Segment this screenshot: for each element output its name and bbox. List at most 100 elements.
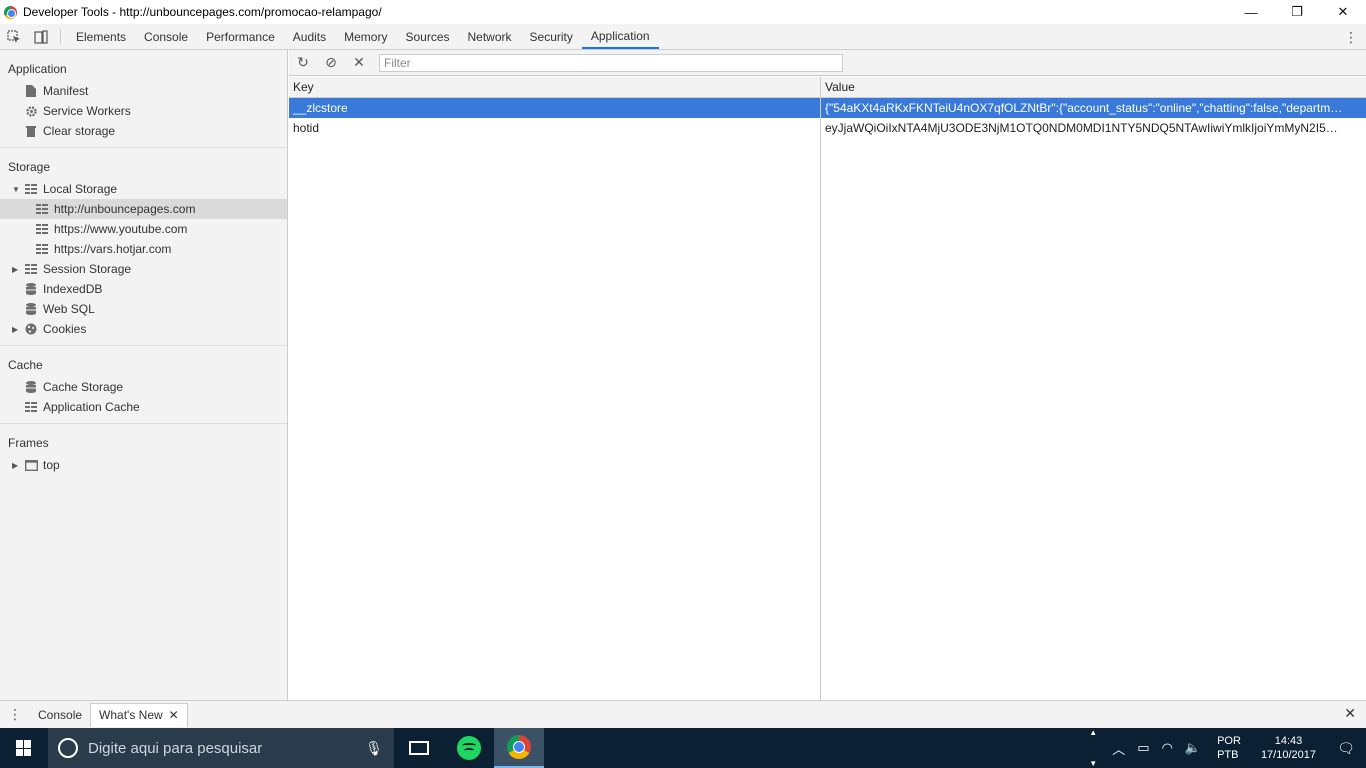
windows-logo-icon <box>16 740 32 756</box>
clear-all-button[interactable]: ⊘ <box>317 50 345 76</box>
collapsed-arrow-icon[interactable]: ▶ <box>12 325 22 334</box>
tab-application[interactable]: Application <box>581 24 659 49</box>
tab-sources[interactable]: Sources <box>396 24 458 49</box>
chevron-up-icon[interactable]: ▲ <box>1089 728 1097 737</box>
sidebar-item-websql[interactable]: Web SQL <box>0 299 287 319</box>
file-icon <box>24 84 38 98</box>
chrome-icon <box>507 735 531 759</box>
row-value[interactable]: {"54aKXt4aRKxFKNTeiU4nOX7qfOLZNtBr":{"ac… <box>821 101 1366 115</box>
sidebar-item-origin-hotjar[interactable]: https://vars.hotjar.com <box>0 239 287 259</box>
minimize-button[interactable]: — <box>1228 0 1274 24</box>
chrome-taskbar-button[interactable] <box>494 728 544 768</box>
grid-table-icon <box>35 222 49 236</box>
close-icon: ✕ <box>353 54 365 70</box>
system-tray: ▲ ▼ ︿ ▭ ◠ 🔈 POR PTB 14:43 17/10/2017 🗨 <box>1086 728 1366 768</box>
start-button[interactable] <box>0 728 48 768</box>
table-row[interactable]: hotid eyJjaWQiOiIxNTA4MjU3ODE3NjM1OTQ0ND… <box>289 118 1366 138</box>
search-placeholder: Digite aqui para pesquisar <box>88 739 263 757</box>
cookie-icon <box>24 322 38 336</box>
sidebar-item-label: Cache Storage <box>43 380 124 394</box>
language-code: POR <box>1217 735 1241 747</box>
row-key[interactable]: __zlcstore <box>289 101 821 115</box>
grid-table-icon <box>35 242 49 256</box>
sidebar-item-label: Manifest <box>43 84 89 98</box>
window-title: Developer Tools - http://unbouncepages.c… <box>23 5 382 19</box>
application-sidebar: Application Manifest Service Workers Cle… <box>0 50 288 700</box>
show-hidden-icons-chevron-icon[interactable]: ︿ <box>1106 739 1131 758</box>
maximize-button[interactable]: ❐ <box>1274 0 1320 24</box>
section-title-cache: Cache <box>8 358 43 372</box>
device-toolbar-button[interactable] <box>27 24 54 49</box>
drawer-tab-whats-new[interactable]: What's New ✕ <box>90 702 188 727</box>
sidebar-item-frame-top[interactable]: ▶ top <box>0 455 287 475</box>
storage-toolbar: ↻ ⊘ ✕ <box>289 50 1366 76</box>
sidebar-item-origin-unbouncepages[interactable]: http://unbouncepages.com <box>0 199 287 219</box>
tab-security[interactable]: Security <box>521 24 582 49</box>
wifi-icon[interactable]: ◠ <box>1156 740 1179 756</box>
sidebar-item-service-workers[interactable]: Service Workers <box>0 101 287 121</box>
delete-selected-button[interactable]: ✕ <box>345 50 373 76</box>
tab-audits[interactable]: Audits <box>284 24 335 49</box>
section-divider <box>0 147 287 148</box>
refresh-button[interactable]: ↻ <box>289 50 317 76</box>
tab-memory[interactable]: Memory <box>335 24 396 49</box>
microphone-icon[interactable]: 🎙 <box>362 740 386 757</box>
close-drawer-button[interactable]: ✕ <box>1344 705 1356 722</box>
tab-console[interactable]: Console <box>135 24 197 49</box>
window-titlebar: Developer Tools - http://unbouncepages.c… <box>0 0 1366 24</box>
column-header-value[interactable]: Value <box>821 80 1366 94</box>
taskbar-clock[interactable]: 14:43 17/10/2017 <box>1251 734 1326 762</box>
drawer-tab-console[interactable]: Console <box>30 703 90 727</box>
clock-date: 17/10/2017 <box>1260 749 1316 761</box>
close-window-button[interactable]: ✕ <box>1320 0 1366 24</box>
sidebar-item-cookies[interactable]: ▶ Cookies <box>0 319 287 339</box>
task-view-button[interactable] <box>394 728 444 768</box>
devtools-tabbar: Elements Console Performance Audits Memo… <box>0 24 1366 50</box>
chevron-down-icon[interactable]: ▼ <box>1089 759 1097 768</box>
windows-taskbar: Digite aqui para pesquisar 🎙 ▲ ▼ ︿ ▭ ◠ 🔈 … <box>0 728 1366 768</box>
devtools-drawer: ⋮ Console What's New ✕ ✕ <box>0 700 1366 728</box>
sidebar-item-local-storage[interactable]: ▼ Local Storage <box>0 179 287 199</box>
column-header-key[interactable]: Key <box>289 80 821 94</box>
spotify-icon <box>457 736 481 760</box>
sidebar-item-cache-storage[interactable]: Cache Storage <box>0 377 287 397</box>
grid-table-icon <box>24 400 38 414</box>
sidebar-item-application-cache[interactable]: Application Cache <box>0 397 287 417</box>
battery-icon[interactable]: ▭ <box>1131 740 1155 756</box>
column-divider[interactable] <box>820 77 821 700</box>
spotify-taskbar-button[interactable] <box>444 728 494 768</box>
drawer-menu-button[interactable]: ⋮ <box>0 706 30 723</box>
sidebar-item-clear-storage[interactable]: Clear storage <box>0 121 287 141</box>
trash-icon <box>24 124 38 138</box>
notification-icon: 🗨 <box>1337 739 1355 756</box>
volume-icon[interactable]: 🔈 <box>1179 740 1207 756</box>
sidebar-item-indexeddb[interactable]: IndexedDB <box>0 279 287 299</box>
sidebar-item-label: Cookies <box>43 322 87 336</box>
collapsed-arrow-icon[interactable]: ▶ <box>12 265 22 274</box>
input-language-indicator[interactable]: POR PTB <box>1207 734 1251 762</box>
task-view-icon <box>409 741 429 755</box>
refresh-icon: ↻ <box>297 54 309 70</box>
row-key[interactable]: hotid <box>289 121 821 135</box>
taskbar-search-box[interactable]: Digite aqui para pesquisar 🎙 <box>48 728 394 768</box>
tab-network[interactable]: Network <box>459 24 521 49</box>
sidebar-item-origin-youtube[interactable]: https://www.youtube.com <box>0 219 287 239</box>
taskbar-scroll-arrows[interactable]: ▲ ▼ <box>1086 728 1100 768</box>
sidebar-item-manifest[interactable]: Manifest <box>0 81 287 101</box>
action-center-button[interactable]: 🗨 <box>1326 740 1366 757</box>
sidebar-item-label: http://unbouncepages.com <box>54 202 196 216</box>
storage-main-panel: ↻ ⊘ ✕ Key Value __zlcstore {"54aKXt4aRKx… <box>289 50 1366 700</box>
filter-input[interactable] <box>379 53 843 72</box>
tab-elements[interactable]: Elements <box>67 24 135 49</box>
database-icon <box>24 380 38 394</box>
row-value[interactable]: eyJjaWQiOiIxNTA4MjU3ODE3NjM1OTQ0NDM0MDI1… <box>821 121 1366 135</box>
sidebar-item-session-storage[interactable]: ▶ Session Storage <box>0 259 287 279</box>
table-row[interactable]: __zlcstore {"54aKXt4aRKxFKNTeiU4nOX7qfOL… <box>289 98 1366 118</box>
close-tab-icon[interactable]: ✕ <box>169 708 179 722</box>
storage-table: Key Value __zlcstore {"54aKXt4aRKxFKNTei… <box>289 77 1366 700</box>
tab-performance[interactable]: Performance <box>197 24 284 49</box>
inspect-element-button[interactable] <box>0 24 27 49</box>
more-menu-button[interactable]: ⋮ <box>1344 24 1358 50</box>
expanded-arrow-icon[interactable]: ▼ <box>12 185 22 194</box>
collapsed-arrow-icon[interactable]: ▶ <box>12 461 22 470</box>
